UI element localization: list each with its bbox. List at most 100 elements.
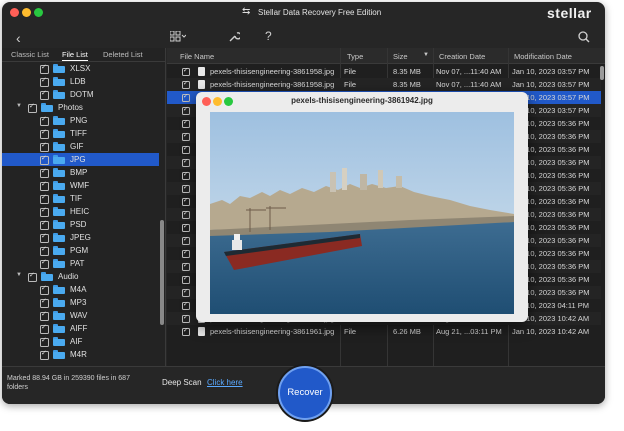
- sidebar-item-heic[interactable]: HEIC: [2, 205, 159, 218]
- recover-button[interactable]: Recover: [278, 366, 332, 420]
- question-icon[interactable]: ?: [265, 29, 272, 43]
- sidebar-item-wav[interactable]: WAV: [2, 309, 159, 322]
- folder-icon: [53, 350, 65, 359]
- sidebar-item-png[interactable]: PNG: [2, 114, 159, 127]
- row-checkbox[interactable]: [182, 131, 190, 141]
- checkbox[interactable]: [40, 193, 49, 204]
- row-checkbox[interactable]: [182, 196, 190, 206]
- table-row[interactable]: pexels-thisisengineering-3861961.jpg File…: [167, 325, 601, 338]
- row-checkbox[interactable]: [182, 209, 190, 219]
- checkbox[interactable]: [40, 336, 49, 347]
- row-checkbox[interactable]: [182, 222, 190, 232]
- checkbox[interactable]: [40, 154, 49, 165]
- sidebar-item-jpg[interactable]: JPG: [2, 153, 159, 166]
- tab-deleted-list[interactable]: Deleted List: [103, 50, 143, 59]
- sidebar-item-bmp[interactable]: BMP: [2, 166, 159, 179]
- sidebar-item-aiff[interactable]: AIFF: [2, 322, 159, 335]
- checkbox[interactable]: [40, 180, 49, 191]
- sidebar-item-label: TIFF: [70, 129, 87, 138]
- checkbox[interactable]: [40, 284, 49, 295]
- zoom-window-button[interactable]: [34, 8, 43, 17]
- table-scrollbar[interactable]: [600, 66, 604, 80]
- row-checkbox[interactable]: [182, 300, 190, 310]
- preview-title: pexels-thisisengineering-3861942.jpg: [291, 96, 433, 105]
- sidebar-item-m4a[interactable]: M4A: [2, 283, 159, 296]
- row-checkbox[interactable]: [182, 92, 190, 102]
- checkbox[interactable]: [28, 271, 37, 282]
- row-checkbox[interactable]: [182, 79, 190, 89]
- checkbox[interactable]: [40, 232, 49, 243]
- table-row[interactable]: pexels-thisisengineering-3861958.jpg File…: [167, 65, 601, 78]
- checkbox[interactable]: [40, 310, 49, 321]
- checkbox[interactable]: [40, 63, 49, 74]
- chevron-down-icon[interactable]: ▼: [16, 103, 22, 109]
- column-creation-date[interactable]: Creation Date: [439, 52, 485, 61]
- sidebar-scrollbar[interactable]: [160, 220, 164, 325]
- checkbox[interactable]: [28, 102, 37, 113]
- row-checkbox[interactable]: [182, 248, 190, 258]
- checkbox[interactable]: [40, 245, 49, 256]
- checkbox[interactable]: [40, 206, 49, 217]
- row-checkbox[interactable]: [182, 118, 190, 128]
- row-checkbox[interactable]: [182, 287, 190, 297]
- sidebar-item-pgm[interactable]: PGM: [2, 244, 159, 257]
- sidebar-item-m4r[interactable]: M4R: [2, 348, 159, 361]
- sidebar-item-aif[interactable]: AIF: [2, 335, 159, 348]
- checkbox[interactable]: [40, 167, 49, 178]
- checkbox[interactable]: [40, 219, 49, 230]
- row-checkbox[interactable]: [182, 157, 190, 167]
- sidebar-item-ldb[interactable]: LDB: [2, 75, 159, 88]
- sidebar-item-wmf[interactable]: WMF: [2, 179, 159, 192]
- checkbox[interactable]: [40, 258, 49, 269]
- chevron-down-icon[interactable]: ▼: [16, 272, 22, 278]
- sidebar-item-mp3[interactable]: MP3: [2, 296, 159, 309]
- checkbox[interactable]: [40, 128, 49, 139]
- table-row[interactable]: pexels-thisisengineering-3861958.jpg File…: [167, 78, 601, 91]
- row-checkbox[interactable]: [182, 66, 190, 76]
- sidebar-item-photos[interactable]: ▼ Photos: [2, 101, 159, 114]
- row-checkbox[interactable]: [182, 105, 190, 115]
- preview-window: pexels-thisisengineering-3861942.jpg: [196, 92, 528, 322]
- column-type[interactable]: Type: [347, 52, 363, 61]
- checkbox[interactable]: [40, 323, 49, 334]
- deep-scan-link[interactable]: Click here: [207, 378, 243, 387]
- preview-image: [210, 112, 514, 314]
- sidebar-item-xlsx[interactable]: XLSX: [2, 62, 159, 75]
- column-file-name[interactable]: File Name: [180, 52, 214, 61]
- column-modification-date[interactable]: Modification Date: [514, 52, 572, 61]
- row-checkbox[interactable]: [182, 313, 190, 323]
- minimize-window-button[interactable]: [22, 8, 31, 17]
- grid-view-icon[interactable]: [169, 30, 187, 45]
- back-arrow-icon[interactable]: ‹: [16, 30, 21, 46]
- checkbox[interactable]: [40, 349, 49, 360]
- tab-file-list[interactable]: File List: [62, 50, 88, 61]
- checkbox[interactable]: [40, 89, 49, 100]
- checkbox[interactable]: [40, 141, 49, 152]
- row-checkbox[interactable]: [182, 144, 190, 154]
- sidebar-item-gif[interactable]: GIF: [2, 140, 159, 153]
- sidebar-item-psd[interactable]: PSD: [2, 218, 159, 231]
- column-size[interactable]: Size: [393, 52, 408, 61]
- stellar-logo: stellar: [547, 5, 592, 21]
- folder-icon: [53, 142, 65, 151]
- sidebar-item-audio[interactable]: ▼ Audio: [2, 270, 159, 283]
- search-icon[interactable]: [578, 31, 590, 45]
- checkbox[interactable]: [40, 297, 49, 308]
- close-window-button[interactable]: [10, 8, 19, 17]
- sidebar-item-pat[interactable]: PAT: [2, 257, 159, 270]
- row-checkbox[interactable]: [182, 235, 190, 245]
- sidebar-item-tif[interactable]: TIF: [2, 192, 159, 205]
- row-checkbox[interactable]: [182, 261, 190, 271]
- row-checkbox[interactable]: [182, 170, 190, 180]
- sidebar-item-dotm[interactable]: DOTM: [2, 88, 159, 101]
- sidebar-item-jpeg[interactable]: JPEG: [2, 231, 159, 244]
- tab-classic-list[interactable]: Classic List: [11, 50, 49, 59]
- sidebar-item-label: MP3: [70, 298, 87, 307]
- checkbox[interactable]: [40, 76, 49, 87]
- sidebar-item-tiff[interactable]: TIFF: [2, 127, 159, 140]
- row-checkbox[interactable]: [182, 183, 190, 193]
- checkbox[interactable]: [40, 115, 49, 126]
- row-checkbox[interactable]: [182, 326, 190, 336]
- row-checkbox[interactable]: [182, 274, 190, 284]
- wrench-icon[interactable]: [228, 31, 242, 45]
